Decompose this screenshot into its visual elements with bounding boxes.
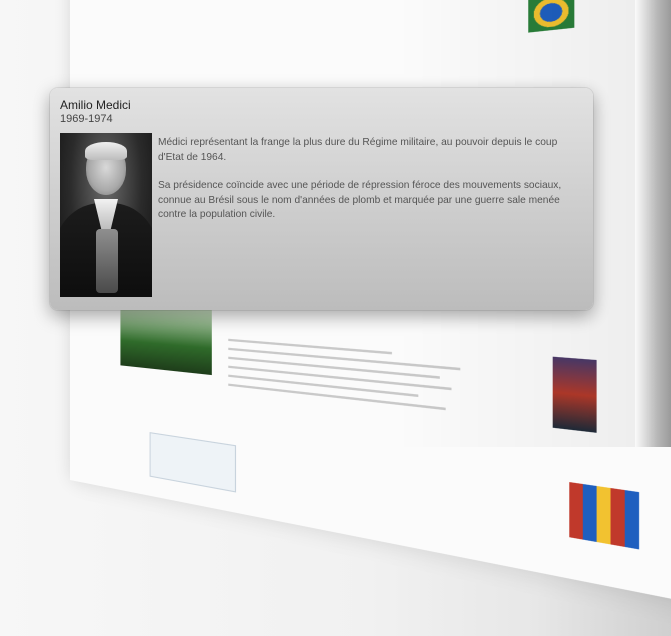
portrait-image — [60, 133, 152, 297]
description-text: Médici représentant la frange la plus du… — [158, 136, 583, 237]
term-years: 1969-1974 — [60, 113, 113, 125]
bg-flags-grid-thumbnail — [569, 482, 640, 550]
person-name: Amilio Medici — [60, 98, 131, 112]
bg-chart-thumbnail — [149, 432, 237, 493]
info-popup: Amilio Medici 1969-1974 Médici représent… — [50, 88, 593, 310]
description-paragraph-2: Sa présidence coïncide avec une période … — [158, 180, 562, 220]
description-paragraph-1: Médici représentant la frange la plus du… — [158, 137, 558, 163]
background-edge — [635, 0, 671, 447]
portrait-sash — [96, 229, 118, 293]
portrait-hair — [85, 142, 127, 160]
bg-forest-thumbnail — [120, 303, 212, 376]
